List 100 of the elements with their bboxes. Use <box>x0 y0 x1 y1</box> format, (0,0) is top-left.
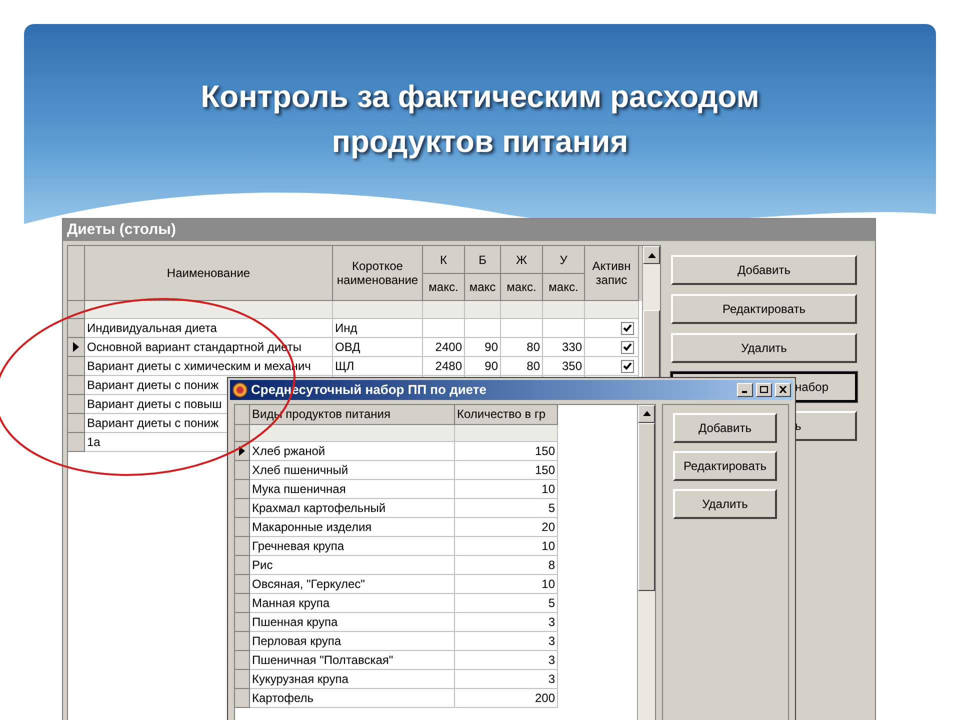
table-cell: Пшенная крупа <box>250 612 455 632</box>
scrollbar[interactable] <box>637 404 655 720</box>
column-header[interactable]: Короткое наименование <box>333 246 423 301</box>
table-cell: Хлеб пшеничный <box>250 460 455 480</box>
table-cell: 3 <box>455 670 558 688</box>
table-cell: Пшеничная "Полтавская" <box>250 650 455 670</box>
filter-cell[interactable] <box>85 301 333 319</box>
app-icon <box>232 382 248 398</box>
column-header[interactable]: Активн запис <box>585 246 639 301</box>
scroll-up-button[interactable] <box>638 404 655 422</box>
window-title: Диеты (столы) <box>67 220 176 240</box>
action-button[interactable]: Удалить <box>673 488 777 518</box>
table-cell: 10 <box>455 480 558 498</box>
filter-cell[interactable] <box>465 301 501 319</box>
table-cell: 5 <box>455 594 558 612</box>
table-cell: 200 <box>455 688 558 708</box>
table-cell: Овсяная, "Геркулес" <box>250 574 455 594</box>
maximize-icon <box>760 386 768 394</box>
row-header[interactable] <box>235 556 250 574</box>
table-cell: 150 <box>455 460 558 480</box>
row-header[interactable] <box>68 395 85 414</box>
filter-cell[interactable] <box>501 301 543 319</box>
filter-cell[interactable] <box>333 301 423 319</box>
active-checkbox[interactable] <box>621 340 634 354</box>
table-cell: Рис <box>250 556 455 574</box>
table-cell: Манная крупа <box>250 594 455 612</box>
row-header[interactable] <box>68 433 85 452</box>
column-header[interactable]: Количество в гр <box>455 404 558 424</box>
table-cell: 350 <box>543 357 585 376</box>
current-row-arrow-icon <box>73 342 79 352</box>
action-button[interactable]: Удалить <box>671 333 857 363</box>
table-cell: 330 <box>543 338 585 357</box>
filter-cell[interactable] <box>455 424 558 442</box>
table-cell: 2400 <box>423 338 465 357</box>
table-cell: 5 <box>455 498 558 518</box>
row-header[interactable] <box>235 670 250 688</box>
table-cell: ОВД <box>333 338 423 357</box>
scroll-thumb[interactable] <box>638 422 655 590</box>
action-button[interactable]: Редактировать <box>673 450 777 480</box>
table-cell <box>423 319 465 338</box>
row-header[interactable] <box>235 518 250 536</box>
table-cell: 3 <box>455 632 558 650</box>
column-header[interactable]: Ж <box>501 246 543 274</box>
action-button[interactable]: Добавить <box>673 412 777 442</box>
close-icon <box>779 386 787 394</box>
action-button[interactable]: Добавить <box>671 255 857 285</box>
row-header[interactable] <box>235 594 250 612</box>
maximize-button[interactable] <box>756 382 772 397</box>
row-header[interactable] <box>235 498 250 518</box>
column-header[interactable]: Наименование <box>85 246 333 301</box>
table-cell: 3 <box>455 650 558 670</box>
filter-cell[interactable] <box>585 301 639 319</box>
row-header[interactable] <box>235 650 250 670</box>
active-checkbox[interactable] <box>621 360 634 372</box>
row-header[interactable] <box>235 688 250 708</box>
filter-cell[interactable] <box>250 424 455 442</box>
column-header[interactable]: К <box>423 246 465 274</box>
column-header[interactable]: Б <box>465 246 501 274</box>
row-header[interactable] <box>235 612 250 632</box>
row-header[interactable] <box>235 632 250 650</box>
table-cell: 90 <box>465 338 501 357</box>
table-cell: 20 <box>455 518 558 536</box>
checkmark-icon <box>623 362 632 370</box>
column-header[interactable]: У <box>543 246 585 274</box>
column-header[interactable]: макс <box>465 274 501 301</box>
table-cell: Крахмал картофельный <box>250 498 455 518</box>
checkmark-icon <box>623 324 632 332</box>
table-cell <box>501 319 543 338</box>
row-header[interactable] <box>68 414 85 433</box>
table-cell: 8 <box>455 556 558 574</box>
current-row-arrow-icon <box>239 446 245 456</box>
table-cell: Картофель <box>250 688 455 708</box>
table-cell: 10 <box>455 574 558 594</box>
row-header[interactable] <box>235 480 250 498</box>
table-cell: 90 <box>465 357 501 376</box>
column-header[interactable]: макс. <box>501 274 543 301</box>
up-arrow-icon <box>648 252 656 258</box>
active-checkbox[interactable] <box>621 322 634 334</box>
table-cell: 80 <box>501 338 543 357</box>
row-header[interactable] <box>235 574 250 594</box>
filter-cell[interactable] <box>543 301 585 319</box>
row-indicator[interactable] <box>68 338 85 357</box>
scroll-up-button[interactable] <box>643 246 660 264</box>
table-cell: 150 <box>455 442 558 460</box>
table-cell: 10 <box>455 536 558 556</box>
slide-title: Контроль за фактическим расходом продуктов питания <box>200 78 760 161</box>
row-header[interactable] <box>235 536 250 556</box>
table-cell: Инд <box>333 319 423 338</box>
table-cell: 3 <box>455 612 558 632</box>
close-button[interactable] <box>775 382 791 397</box>
minimize-button[interactable] <box>737 382 753 397</box>
action-button[interactable]: Редактировать <box>671 294 857 324</box>
table-cell: 80 <box>501 357 543 376</box>
column-header[interactable]: макс. <box>423 274 465 301</box>
table-cell <box>465 319 501 338</box>
table-cell: ЩЛ <box>333 357 423 376</box>
column-header[interactable]: макс. <box>543 274 585 301</box>
filter-cell[interactable] <box>423 301 465 319</box>
table-cell: Хлеб ржаной <box>250 442 455 460</box>
row-header[interactable] <box>68 376 85 395</box>
